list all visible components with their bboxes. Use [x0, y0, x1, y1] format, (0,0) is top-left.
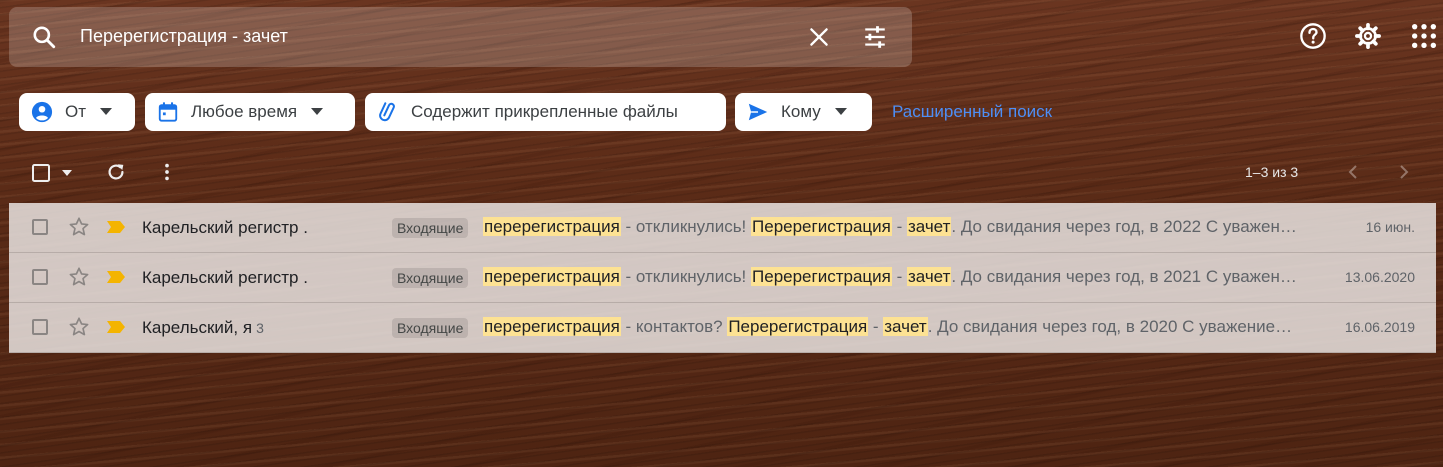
snippet-text: - откликнулись! [620, 217, 752, 236]
highlighted-term: перерегистрация [483, 317, 621, 336]
snippet-text: - [891, 217, 907, 236]
send-icon [748, 103, 768, 121]
important-marker-icon[interactable] [106, 320, 126, 334]
chevron-down-icon[interactable] [62, 170, 72, 176]
star-icon[interactable] [68, 216, 90, 238]
email-list: Карельский регистр . Входящие перерегистра… [9, 203, 1436, 353]
chevron-left-icon[interactable] [1345, 164, 1361, 180]
important-marker-icon[interactable] [106, 270, 126, 284]
chevron-down-icon [311, 108, 324, 115]
label-badge[interactable]: Входящие [392, 268, 469, 288]
email-snippet: перерегистрация - контактов? Перерегистр… [483, 317, 1303, 337]
highlighted-term: перерегистрация [483, 267, 621, 286]
filter-to-chip[interactable]: Кому [735, 93, 872, 131]
sender-label: Карельский регистр . [142, 268, 308, 287]
highlighted-term: Перерегистрация [727, 317, 869, 336]
highlighted-term: зачет [906, 267, 952, 286]
chevron-right-icon[interactable] [1396, 164, 1412, 180]
help-icon[interactable] [1299, 22, 1327, 50]
select-all-dropdown[interactable] [31, 162, 75, 184]
more-vert-icon[interactable] [156, 161, 178, 183]
calendar-icon [158, 102, 178, 122]
search-input[interactable]: Перерегистрация - зачет [80, 26, 288, 47]
snippet-text: - контактов? [620, 317, 728, 336]
email-row[interactable]: Карельский регистр . Входящие перерегистра… [9, 203, 1436, 253]
search-icon[interactable] [31, 24, 57, 50]
email-row[interactable]: Карельский, я 3 Входящие перерегистрация - … [9, 303, 1436, 353]
advanced-search-link[interactable]: Расширенный поиск [892, 102, 1052, 122]
row-checkbox[interactable] [32, 219, 48, 235]
settings-gear-icon[interactable] [1354, 22, 1382, 50]
paperclip-icon [379, 102, 395, 122]
snippet-text: - [868, 317, 884, 336]
sender-label: Карельский регистр . [142, 218, 308, 237]
chevron-down-icon [834, 108, 847, 115]
filter-attachments-chip[interactable]: Содержит прикрепленные файлы [365, 93, 726, 131]
row-checkbox[interactable] [32, 269, 48, 285]
email-date: 16 июн. [1365, 219, 1415, 235]
star-icon[interactable] [68, 266, 90, 288]
filter-to-label: Кому [781, 102, 821, 121]
star-icon[interactable] [68, 316, 90, 338]
thread-count: 3 [256, 320, 264, 336]
email-row[interactable]: Карельский регистр . Входящие перерегистра… [9, 253, 1436, 303]
snippet-text: - [891, 267, 907, 286]
label-badge[interactable]: Входящие [392, 218, 469, 238]
email-snippet: перерегистрация - откликнулись! Перереги… [483, 217, 1303, 237]
email-snippet: перерегистрация - откликнулись! Перереги… [483, 267, 1303, 287]
account-circle-icon [31, 101, 53, 123]
label-badge[interactable]: Входящие [392, 318, 469, 338]
filter-from-label: От [65, 102, 87, 121]
email-date: 13.06.2020 [1344, 269, 1415, 285]
checkbox-icon[interactable] [31, 163, 51, 183]
apps-grid-icon[interactable] [1410, 22, 1438, 50]
snippet-text: - откликнулись! [620, 267, 752, 286]
snippet-text: . До свидания через год, в 2021 С уважен… [951, 267, 1303, 286]
filter-from-chip[interactable]: От [19, 93, 135, 131]
chevron-down-icon [100, 108, 113, 115]
sender-name: Карельский регистр . [142, 218, 308, 238]
tune-icon[interactable] [862, 24, 888, 50]
highlighted-term: Перерегистрация [751, 267, 892, 286]
snippet-text: . До свидания через год, в 2020 С уважен… [927, 317, 1303, 336]
refresh-icon[interactable] [105, 161, 127, 183]
filter-time-label: Любое время [191, 102, 298, 121]
highlighted-term: зачет [883, 317, 928, 336]
highlighted-term: зачет [906, 217, 952, 236]
highlighted-term: Перерегистрация [751, 217, 892, 236]
filter-time-chip[interactable]: Любое время [145, 93, 355, 131]
snippet-text: . До свидания через год, в 2022 С уважен… [951, 217, 1303, 236]
sender-label: Карельский, я [142, 318, 253, 337]
search-bar[interactable]: Перерегистрация - зачет [9, 7, 912, 67]
email-date: 16.06.2019 [1344, 319, 1415, 335]
sender-name: Карельский регистр . [142, 268, 308, 288]
close-icon[interactable] [806, 24, 832, 50]
important-marker-icon[interactable] [106, 220, 126, 234]
row-checkbox[interactable] [32, 319, 48, 335]
pagination-text: 1–3 из 3 [1245, 164, 1299, 180]
filter-attachments-label: Содержит прикрепленные файлы [411, 102, 678, 121]
highlighted-term: перерегистрация [483, 217, 621, 236]
sender-name: Карельский, я3 [142, 318, 264, 338]
